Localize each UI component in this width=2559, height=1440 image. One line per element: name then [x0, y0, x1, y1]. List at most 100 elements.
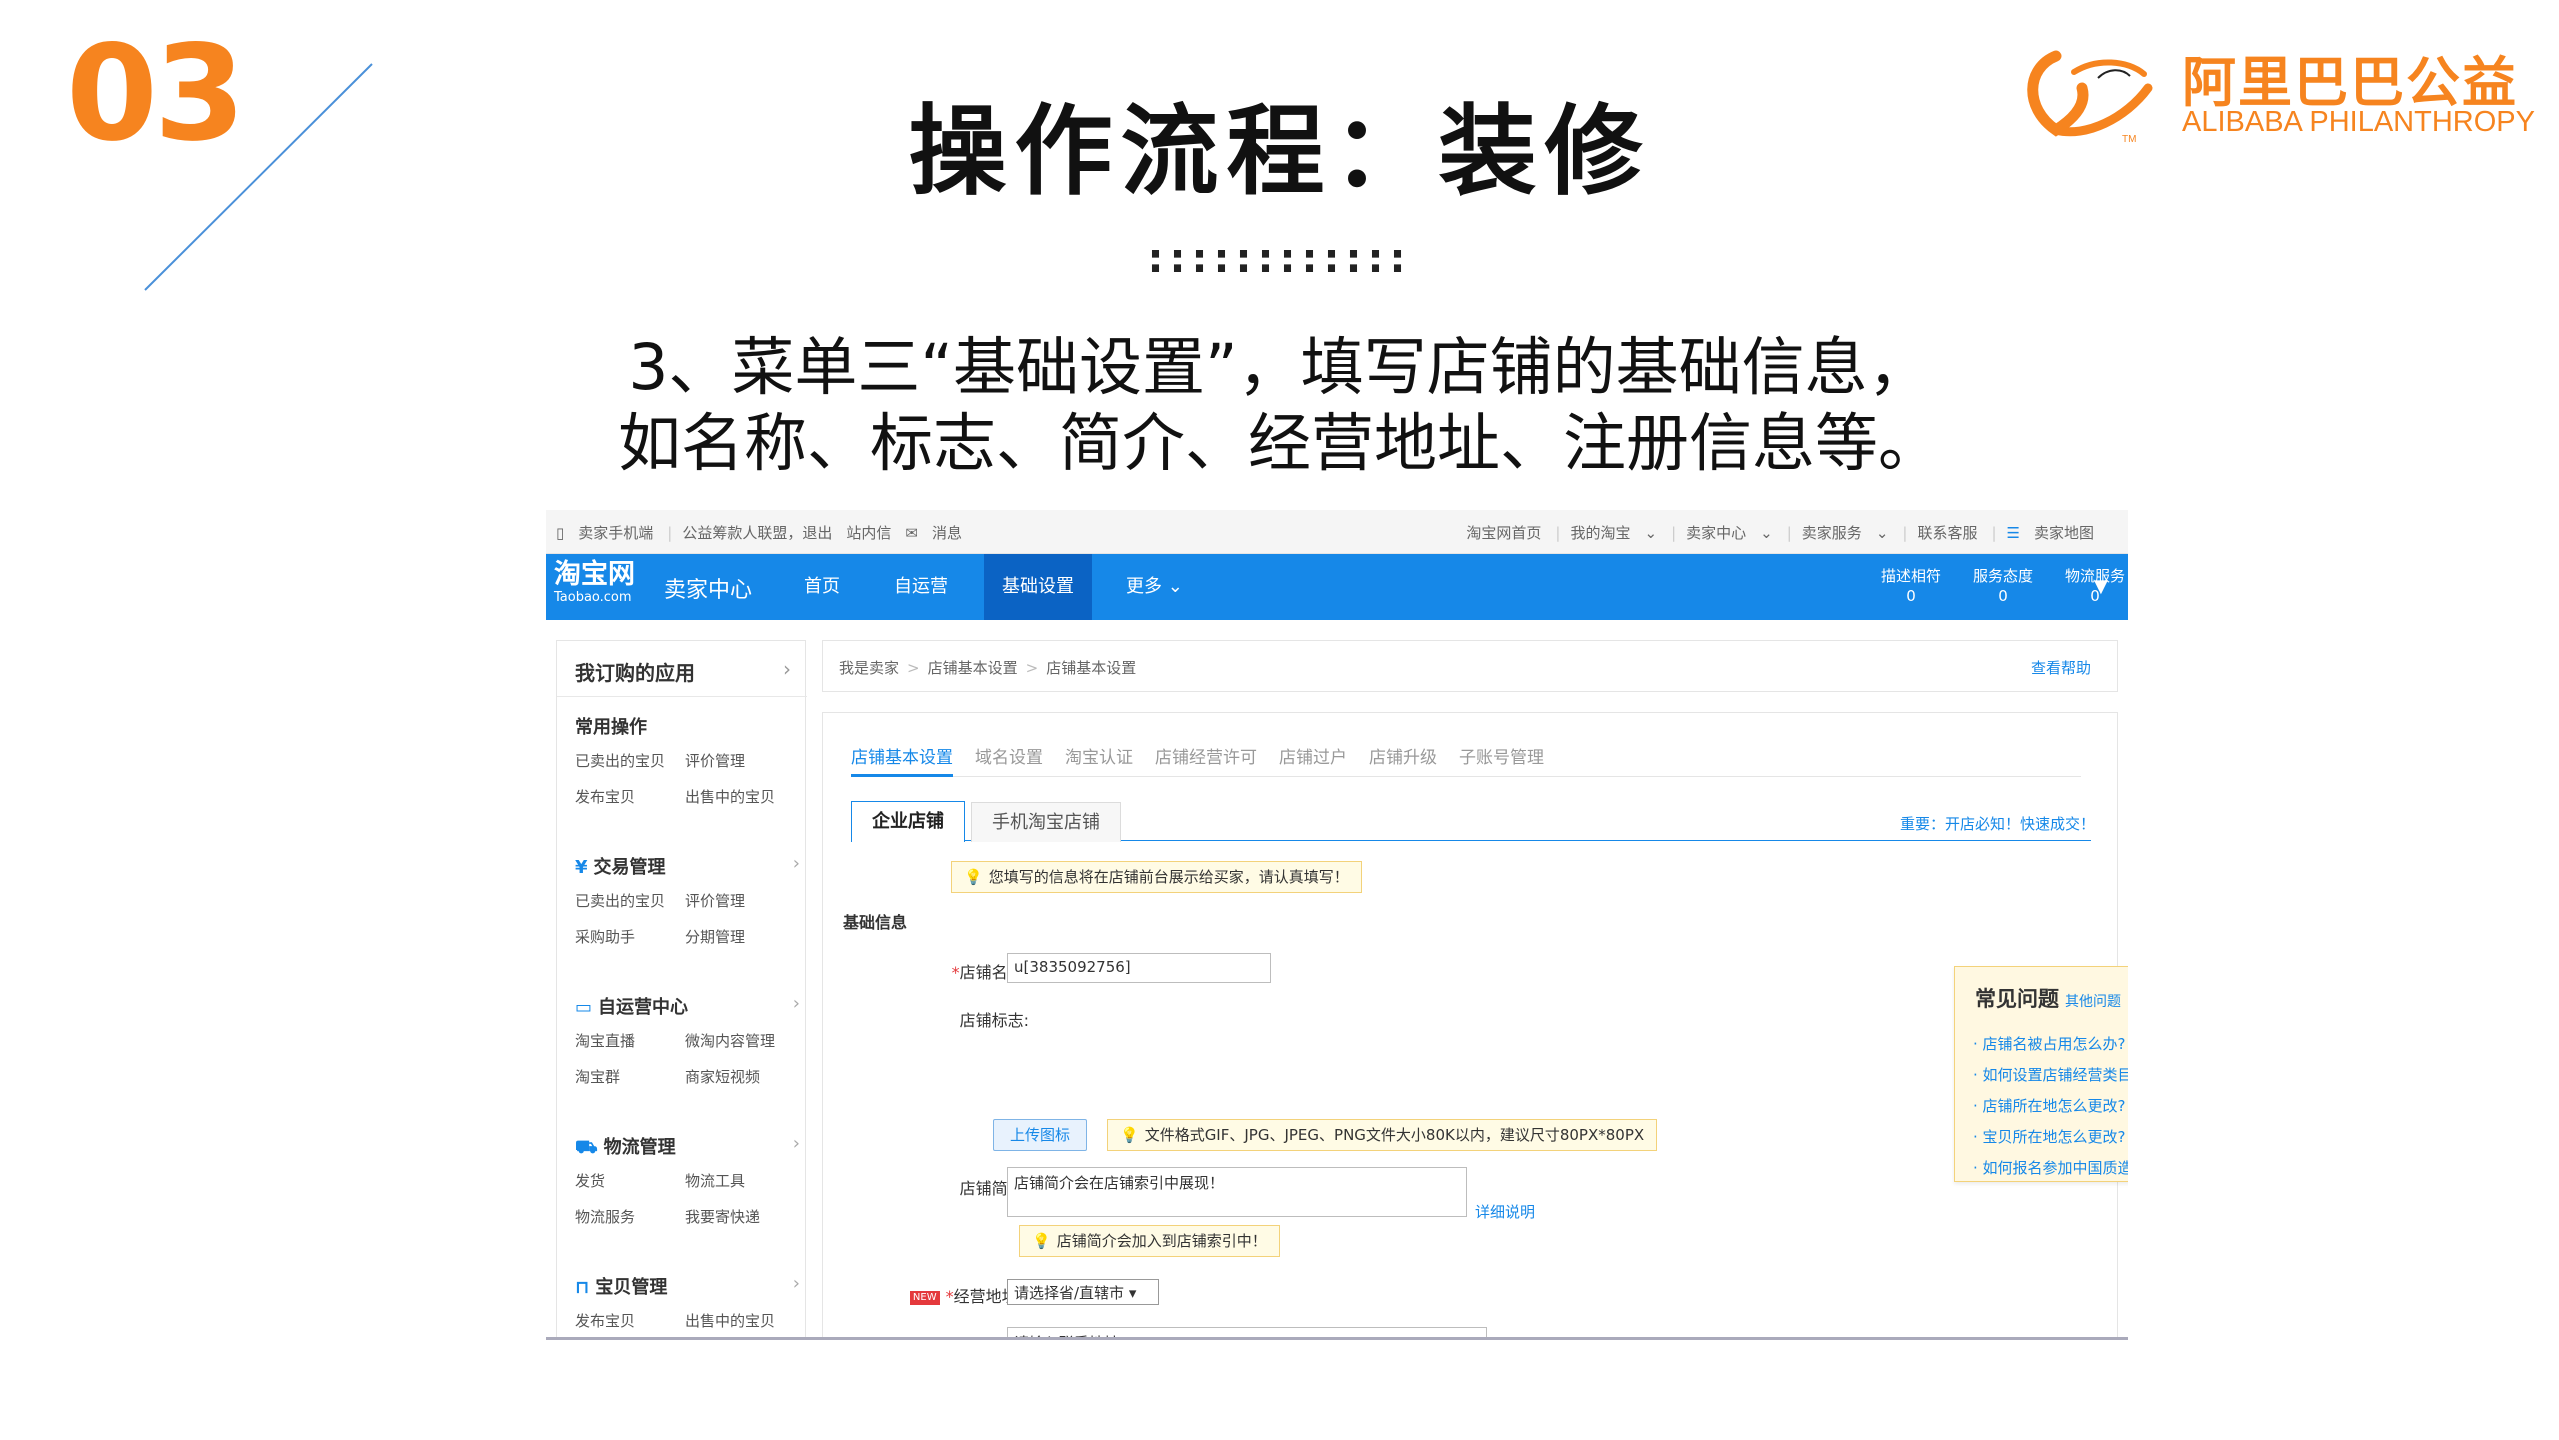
caret-down-icon[interactable]: ▼ [2094, 576, 2108, 597]
tab-domain[interactable]: 域名设置 [975, 739, 1043, 777]
sidebar-section-title: 宝贝管理 [595, 1277, 668, 1298]
faq-item[interactable]: · 如何报名参加中国质造 [1973, 1153, 2128, 1184]
topbar-link-seller-map[interactable]: 卖家地图 [2034, 524, 2094, 542]
alibaba-smile-logo-icon: TM [2027, 50, 2153, 145]
title-divider-dots: :::::::::::: [1147, 236, 1412, 282]
topbar-link-taobao-home[interactable]: 淘宝网首页 [1466, 524, 1541, 542]
nav-basic-settings[interactable]: 基础设置 [984, 554, 1092, 620]
subtab-enterprise-shop[interactable]: 企业店铺 [851, 801, 965, 842]
nav-home[interactable]: 首页 [786, 554, 858, 620]
tab-business-license[interactable]: 店铺经营许可 [1155, 739, 1257, 777]
shop-logo-label: 店铺标志: [959, 1011, 1029, 1030]
business-address-label: NEW *经营地址: [873, 1283, 1023, 1307]
taobao-seller-center-screenshot: ▯ 卖家手机端 | 公益筹款人联盟，退出 站内信 ✉ 消息 淘宝网首页 | 我的淘宝 ⌄ | 卖家中心… [546, 510, 2128, 1340]
topbar-user-logout[interactable]: 公益筹款人联盟，退出 [682, 524, 832, 542]
intro-detail-link[interactable]: 详细说明 [1475, 1201, 1535, 1222]
sidebar-link[interactable]: 已卖出的宝贝 [575, 743, 685, 779]
seller-center-title: 卖家中心 [664, 578, 753, 603]
topbar-link-seller-service[interactable]: 卖家服务 [1802, 524, 1862, 542]
topbar-link-contact-service[interactable]: 联系客服 [1917, 524, 1977, 542]
address-input[interactable]: 请输入联系地址 [1007, 1327, 1487, 1337]
nav-self-operation[interactable]: 自运营 [876, 554, 966, 620]
sidebar-section-title: 交易管理 [593, 857, 666, 878]
tab-shop-basic[interactable]: 店铺基本设置 [851, 739, 953, 777]
chevron-down-icon: ⌄ [1167, 576, 1183, 597]
shop-intro-textarea[interactable]: 店铺简介会在店铺索引中展现！ [1007, 1167, 1467, 1217]
tab-shop-upgrade[interactable]: 店铺升级 [1369, 739, 1437, 777]
sidebar-link[interactable]: 出售中的宝贝 [685, 779, 795, 815]
sidebar-link[interactable]: 商家短视频 [685, 1059, 795, 1095]
sidebar-link[interactable]: 评价管理 [685, 883, 795, 919]
sidebar-link[interactable]: 已卖出的宝贝 [575, 883, 685, 919]
topbar-link-messages[interactable]: 消息 [932, 524, 962, 542]
lightbulb-icon: 💡 [1032, 1232, 1051, 1250]
taobao-logo[interactable]: 淘宝网 Taobao.com [554, 560, 635, 606]
sidebar-link[interactable]: 出售中的宝贝 [685, 1303, 795, 1337]
metric-service-attitude: 服务态度 0 [1972, 567, 2033, 605]
bag-icon: ⊓ [575, 1277, 590, 1298]
breadcrumb-item[interactable]: 我是卖家 [839, 659, 899, 677]
yen-icon: ¥ [575, 857, 588, 878]
faq-item[interactable]: · 宝贝所在地怎么更改? [1973, 1122, 2128, 1153]
breadcrumb-item: 店铺基本设置 [1046, 659, 1137, 677]
topbar-link-seller-center[interactable]: 卖家中心 [1686, 524, 1746, 542]
topbar-link-inbox[interactable]: 站内信 [846, 524, 891, 542]
sidebar-link[interactable]: 淘宝群 [575, 1059, 685, 1095]
topbar-link-my-taobao[interactable]: 我的淘宝 [1570, 524, 1630, 542]
message-icon: ✉ [905, 524, 918, 542]
sidebar-link[interactable]: 淘宝直播 [575, 1023, 685, 1059]
faq-more-link[interactable]: 其他问题 [2065, 994, 2121, 1010]
chevron-down-icon: ⌄ [1760, 524, 1773, 542]
province-select[interactable]: 请选择省/直辖市 ▾ [1007, 1279, 1159, 1305]
faq-item[interactable]: · 如何设置店铺经营类目? [1973, 1060, 2128, 1091]
chevron-right-icon: › [783, 657, 791, 681]
sidebar-section-self-operation: ▭ 自运营中心 › 淘宝直播 微淘内容管理 淘宝群 商家短视频 [575, 993, 800, 1095]
intro-index-tip: 💡 店铺简介会加入到店铺索引中！ [1019, 1225, 1280, 1257]
chevron-right-icon: › [792, 1133, 800, 1154]
description-line-2: 如名称、标志、简介、经营地址、注册信息等。 [618, 407, 1941, 480]
tab-taobao-certification[interactable]: 淘宝认证 [1065, 739, 1133, 777]
subtab-mobile-shop[interactable]: 手机淘宝店铺 [971, 802, 1121, 842]
metric-logistics-service: 物流服务 0 [2064, 567, 2125, 605]
logo-english-name: ALIBABA PHILANTHROPY [2182, 106, 2535, 138]
nav-more[interactable]: 更多 ⌄ [1108, 554, 1201, 620]
sidebar-link[interactable]: 发货 [575, 1163, 685, 1199]
sidebar-section-logistics: ⛟ 物流管理 › 发货 物流工具 物流服务 我要寄快递 [575, 1133, 800, 1235]
chevron-right-icon: › [792, 853, 800, 874]
topbar-link-seller-mobile[interactable]: 卖家手机端 [578, 524, 653, 542]
faq-popup: 常见问题其他问题 × · 店铺名被占用怎么办? · 如何设置店铺经营类目? · … [1954, 966, 2128, 1182]
sidebar-section-items: ⊓ 宝贝管理 › 发布宝贝 出售中的宝贝 [575, 1273, 800, 1337]
sidebar-link[interactable]: 微淘内容管理 [685, 1023, 795, 1059]
seller-sidebar: 我订购的应用 › 常用操作 已卖出的宝贝 评价管理 发布宝贝 出售中的宝贝 ¥ 交易管理… [556, 640, 807, 1337]
sidebar-section-title: 物流管理 [603, 1137, 676, 1158]
sidebar-link[interactable]: 发布宝贝 [575, 779, 685, 815]
faq-item[interactable]: · 店铺所在地怎么更改? [1973, 1091, 2128, 1122]
upload-logo-button[interactable]: 上传图标 [993, 1119, 1088, 1151]
info-display-tip: 💡 您填写的信息将在店铺前台展示给买家，请认真填写！ [951, 861, 1362, 893]
sidebar-section-title: 常用操作 [575, 717, 647, 738]
seller-navbar: 淘宝网 Taobao.com 卖家中心 首页 自运营 基础设置 更多 ⌄ 描述相符… [546, 554, 2128, 620]
sidebar-section-common: 常用操作 已卖出的宝贝 评价管理 发布宝贝 出售中的宝贝 [575, 713, 800, 815]
tab-shop-transfer[interactable]: 店铺过户 [1279, 739, 1347, 777]
faq-item[interactable]: · 店铺名被占用怎么办? [1973, 1029, 2128, 1060]
sidebar-link[interactable]: 发布宝贝 [575, 1303, 685, 1337]
sidebar-my-apps[interactable]: 我订购的应用 › [557, 641, 807, 697]
site-topbar: ▯ 卖家手机端 | 公益筹款人联盟，退出 站内信 ✉ 消息 淘宝网首页 | 我的淘宝 ⌄ | 卖家中心… [546, 510, 2128, 554]
tab-sub-accounts[interactable]: 子账号管理 [1459, 739, 1544, 777]
metric-description-match: 描述相符 0 [1880, 567, 1941, 605]
breadcrumb: 我是卖家 > 店铺基本设置 > 店铺基本设置 查看帮助 [822, 640, 2118, 692]
sidebar-link[interactable]: 物流工具 [685, 1163, 795, 1199]
important-notice-link[interactable]: 重要：开店必知！快速成交！ [1900, 813, 2095, 834]
shop-name-input[interactable]: u[3835092756] [1007, 953, 1271, 983]
sidebar-link[interactable]: 我要寄快递 [685, 1199, 795, 1235]
view-help-link[interactable]: 查看帮助 [2031, 657, 2091, 678]
section-basic-info: 基础信息 [843, 913, 908, 932]
sidebar-link[interactable]: 物流服务 [575, 1199, 685, 1235]
sidebar-link[interactable]: 采购助手 [575, 919, 685, 955]
breadcrumb-item[interactable]: 店铺基本设置 [928, 659, 1018, 677]
menu-list-icon: ☰ [2006, 524, 2020, 542]
sidebar-link[interactable]: 分期管理 [685, 919, 795, 955]
alibaba-philanthropy-logo: TM 阿里巴巴公益 ALIBABA PHILANTHROPY [2016, 38, 2535, 148]
slide-description: 3、菜单三“基础设置”，填写店铺的基础信息， 如名称、标志、简介、经营地址、注册… [0, 330, 2559, 482]
sidebar-link[interactable]: 评价管理 [685, 743, 795, 779]
